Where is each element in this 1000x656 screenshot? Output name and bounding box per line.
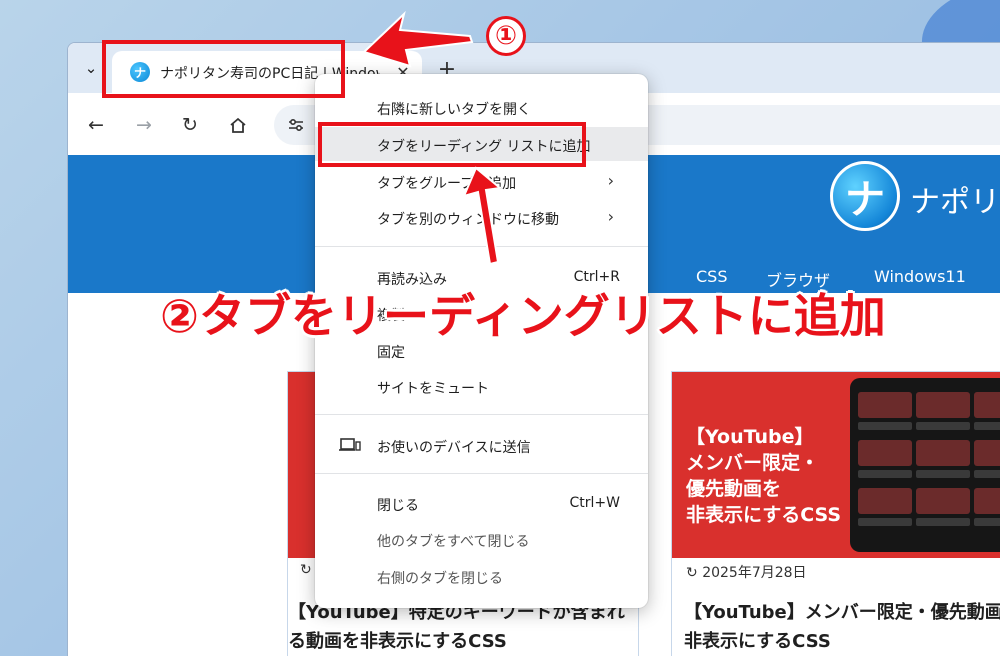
step-1-badge: ①: [486, 16, 526, 56]
arrow-to-tab: [362, 10, 474, 68]
arrow-to-menu-item: [462, 166, 503, 266]
step-2-caption: ②タブをリーディングリストに追加: [160, 289, 886, 343]
